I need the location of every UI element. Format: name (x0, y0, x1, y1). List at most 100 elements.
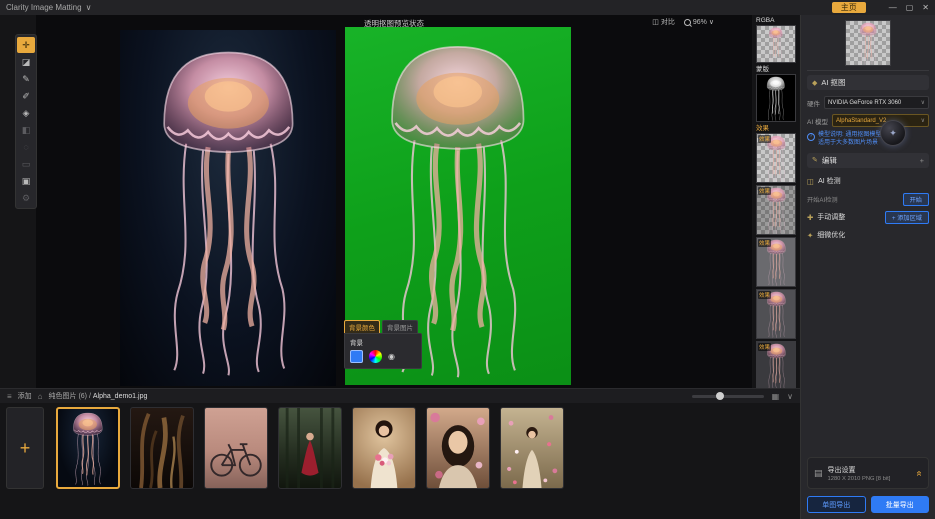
pen-tool-button[interactable]: ✎ (17, 71, 35, 87)
model-select[interactable]: AlphaStandard_V2 ∨ (832, 114, 929, 127)
export-settings-box[interactable]: ▤ 导出设置 1280 X 2010 PNG [8 bit] « (807, 457, 929, 489)
chevron-down-icon: ∨ (921, 117, 925, 124)
refine-row[interactable]: ✦ 细微优化 (807, 228, 929, 243)
filmstrip-item-tree-roots[interactable] (130, 407, 194, 489)
close-button[interactable]: ✕ (922, 3, 929, 12)
compare-label: 对比 (661, 17, 675, 27)
fill-tool-button[interactable]: ◧ (17, 122, 35, 138)
result-thumbnail-1[interactable]: 效果 (756, 133, 796, 183)
result-chip: 效果 (758, 343, 771, 351)
result-thumbnail-5[interactable]: 效果 (756, 341, 796, 391)
filmstrip-item-red-dress[interactable] (278, 407, 342, 489)
canvas-mode-title: 透明抠图预览状态 (364, 18, 424, 29)
filmstrip-item-floral-woman[interactable] (500, 407, 564, 489)
pen-tool-icon: ✎ (22, 74, 30, 85)
tab-background-image[interactable]: 背景图片 (382, 320, 418, 333)
single-export-button[interactable]: 单图导出 (807, 496, 866, 513)
add-label[interactable]: 添加 (18, 391, 32, 401)
assistant-badge[interactable]: ✦ (880, 120, 906, 146)
result-chip: 效果 (758, 135, 771, 143)
app-title: Clarity Image Matting (6, 3, 82, 12)
edit-icon: ✎ (812, 156, 818, 164)
eraser-tool-button[interactable]: ◪ (17, 54, 35, 70)
hardware-value: NVIDIA GeForce RTX 3060 (828, 100, 901, 106)
color-picker-icon[interactable]: ◉ (388, 352, 395, 361)
library-toolbar: ≡ 添加 ⌂ 纯色图片 (6) / Alpha_demo1.jpg ▦ ∨ (0, 388, 800, 403)
lasso-tool-button[interactable]: ◌ (17, 139, 35, 155)
result-chip: 效果 (758, 291, 771, 299)
ai-detect-icon: ◫ (807, 177, 814, 186)
edit-section-header[interactable]: ✎ 编辑 + (807, 153, 929, 168)
rgba-label: RGBA (753, 16, 774, 25)
breadcrumb-folder[interactable]: 纯色图片 (6) (49, 393, 88, 400)
tool-palette: ✛ ◪ ✎ ✐ ◈ ◧ ◌ ▭ ▣ ⚙ (15, 34, 37, 209)
grid-view-icon[interactable]: ▦ (772, 392, 780, 401)
result-thumbnail-3[interactable]: 效果 (756, 237, 796, 287)
move-tool-icon: ✛ (22, 40, 30, 51)
chevron-down-icon[interactable]: ∨ (86, 3, 92, 12)
brush-tool-button[interactable]: ✐ (17, 88, 35, 104)
divider (807, 70, 929, 71)
mask-label: 蒙版 (753, 65, 769, 74)
add-region-button[interactable]: + 添加区域 (885, 211, 929, 224)
mask-thumbnail[interactable] (756, 74, 796, 122)
tab-background-color[interactable]: 背景颜色 (344, 320, 380, 333)
move-tool-button[interactable]: ✛ (17, 37, 35, 53)
ai-detect-label: AI 检测 (818, 176, 841, 186)
home-button[interactable]: 主页 (832, 2, 866, 13)
batch-export-button[interactable]: 批量导出 (871, 496, 930, 513)
ai-matting-title: AI 抠图 (821, 77, 845, 88)
app-window: Clarity Image Matting ∨ 主页 — ▢ ✕ ✛ ◪ ✎ ✐… (0, 0, 935, 519)
maximize-button[interactable]: ▢ (906, 3, 914, 12)
manual-adjust-row[interactable]: ✚ 手动调整 + 添加区域 (807, 210, 929, 225)
start-detect-button[interactable]: 开始 (903, 193, 929, 206)
result-chip: 效果 (758, 239, 771, 247)
ai-matting-section-header[interactable]: ◆ AI 抠图 (807, 75, 929, 90)
filmstrip-item-portrait-flowers[interactable] (426, 407, 490, 489)
rgba-thumbnail[interactable] (756, 25, 796, 63)
refine-label: 细微优化 (817, 230, 845, 240)
refine-icon: ✦ (807, 231, 813, 240)
model-hint: ? 模型说明: 通用抠图模型 适用于大多数图片场景 (807, 132, 929, 148)
thumbnail-image (501, 408, 563, 488)
slider-knob[interactable] (716, 392, 724, 400)
chevron-down-icon: ∨ (921, 99, 925, 106)
color-wheel-icon[interactable] (369, 350, 382, 363)
settings-tool-button[interactable]: ⚙ (17, 190, 35, 206)
zoom-control[interactable]: 96% ∨ (684, 18, 714, 26)
collapse-panel-icon[interactable]: ∨ (787, 392, 793, 401)
model-value: AlphaStandard_V2 (836, 118, 886, 124)
dropper-tool-button[interactable]: ◈ (17, 105, 35, 121)
menu-icon[interactable]: ≡ (7, 392, 12, 401)
current-image-preview[interactable] (845, 20, 891, 66)
filmstrip-item-jellyfish[interactable] (56, 407, 120, 489)
shape-tool-button[interactable]: ▭ (17, 156, 35, 172)
chevron-down-icon: ∨ (709, 18, 714, 26)
question-icon: ? (807, 133, 815, 141)
assistant-icon: ✦ (889, 128, 897, 139)
hardware-select[interactable]: NVIDIA GeForce RTX 3060 ∨ (824, 96, 929, 109)
compare-icon: ◫ (652, 18, 659, 26)
add-image-button[interactable]: + (6, 407, 44, 489)
blue-color-swatch[interactable] (350, 350, 363, 363)
hardware-label: 硬件 (807, 98, 820, 108)
zoom-value: 96% (693, 19, 707, 26)
background-panel-title: 背景 (350, 337, 416, 347)
canvas-area[interactable]: 透明抠图预览状态 ◫ 对比 96% ∨ 背景颜色 背景图片 (36, 15, 752, 388)
expand-up-icon[interactable]: « (914, 470, 925, 476)
result-thumbnail-2[interactable]: 效果 (756, 185, 796, 235)
filmstrip-item-bouquet-woman[interactable] (352, 407, 416, 489)
filmstrip-item-bicycle[interactable] (204, 407, 268, 489)
home-folder-icon[interactable]: ⌂ (38, 392, 43, 401)
compare-button[interactable]: ◫ 对比 (652, 17, 675, 27)
result-thumbnail-4[interactable]: 效果 (756, 289, 796, 339)
crop-tool-button[interactable]: ▣ (17, 173, 35, 189)
edit-title: 编辑 (822, 155, 837, 166)
thumbnail-size-slider[interactable] (692, 395, 764, 398)
jellyfish-thumb-image (765, 26, 787, 62)
export-icon: ▤ (814, 468, 823, 479)
ai-detect-row[interactable]: ◫ AI 检测 (807, 174, 929, 189)
plus-icon[interactable]: + (920, 156, 924, 165)
original-image-view[interactable] (120, 30, 336, 386)
minimize-button[interactable]: — (889, 3, 897, 12)
